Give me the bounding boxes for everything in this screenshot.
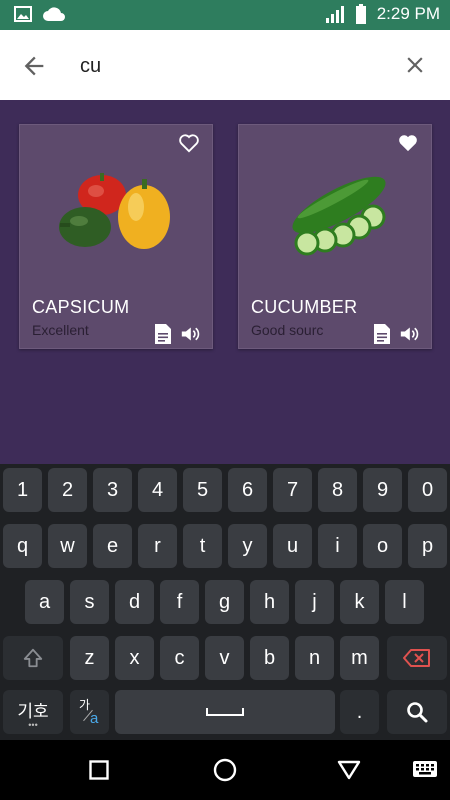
period-key[interactable]: . [340,690,379,734]
card-subtitle: Excellent [32,322,89,338]
signal-icon [325,6,344,23]
lang-label-english: a [90,710,99,727]
key-v[interactable]: v [205,636,244,680]
key-0[interactable]: 0 [408,468,447,512]
image-icon [14,6,32,22]
space-key[interactable] [115,690,335,734]
soft-keyboard: 1 2 3 4 5 6 7 8 9 0 q w e r t y u i o p … [0,464,450,740]
keyboard-row-qwerty: q w e r t y u i o p [0,524,450,570]
results-area: CAPSICUM Excellent CUCUMBER Good sourc [0,100,450,464]
volume-icon[interactable] [180,325,200,343]
keyboard-number-row: 1 2 3 4 5 6 7 8 9 0 [0,468,450,514]
key-h[interactable]: h [250,580,289,624]
back-triangle-icon[interactable] [337,760,361,780]
key-y[interactable]: y [228,524,267,568]
key-a[interactable]: a [25,580,64,624]
key-o[interactable]: o [363,524,402,568]
document-icon[interactable] [154,323,172,345]
key-z[interactable]: z [70,636,109,680]
status-time: 2:29 PM [376,4,440,23]
keyboard-row-zxcv: z x c v b n m [0,636,450,682]
key-l[interactable]: l [385,580,424,624]
symbols-key-label: 기호 [17,701,49,721]
key-j[interactable]: j [295,580,334,624]
key-8[interactable]: 8 [318,468,357,512]
key-b[interactable]: b [250,636,289,680]
key-7[interactable]: 7 [273,468,312,512]
result-card-capsicum[interactable]: CAPSICUM Excellent [19,124,213,349]
shift-key[interactable] [3,636,63,680]
recents-square-icon[interactable] [89,760,109,780]
backspace-icon [403,649,430,667]
key-f[interactable]: f [160,580,199,624]
search-icon [407,702,428,723]
home-circle-icon[interactable] [213,758,237,782]
backspace-key[interactable] [387,636,447,680]
key-c[interactable]: c [160,636,199,680]
card-subtitle: Good sourc [251,322,324,338]
key-t[interactable]: t [183,524,222,568]
key-4[interactable]: 4 [138,468,177,512]
battery-icon [355,4,366,24]
key-n[interactable]: n [295,636,334,680]
key-6[interactable]: 6 [228,468,267,512]
key-d[interactable]: d [115,580,154,624]
key-3[interactable]: 3 [93,468,132,512]
arrow-left-icon[interactable] [20,52,48,80]
search-input[interactable] [80,50,380,82]
key-m[interactable]: m [340,636,379,680]
key-x[interactable]: x [115,636,154,680]
keyboard-bottom-row: 기호 ••• 가 a . [0,690,450,736]
key-p[interactable]: p [408,524,447,568]
result-card-cucumber[interactable]: CUCUMBER Good sourc [238,124,432,349]
key-r[interactable]: r [138,524,177,568]
search-bar [0,30,450,100]
key-i[interactable]: i [318,524,357,568]
document-icon[interactable] [373,323,391,345]
cucumber-image [292,176,386,256]
heart-outline-icon[interactable] [178,133,200,153]
key-g[interactable]: g [205,580,244,624]
shift-icon [23,648,43,668]
lang-label-korean: 가 [79,698,91,712]
key-w[interactable]: w [48,524,87,568]
key-u[interactable]: u [273,524,312,568]
status-bar: 2:29 PM [0,0,450,30]
keyboard-row-asdf: a s d f g h j k l [0,580,450,626]
heart-filled-icon[interactable] [397,133,419,153]
system-nav-bar [0,740,450,800]
volume-icon[interactable] [399,325,419,343]
cloud-icon [43,7,65,22]
search-key[interactable] [387,690,447,734]
card-title: CUCUMBER [251,297,358,317]
symbols-key[interactable]: 기호 ••• [3,690,63,734]
space-bar-icon [206,708,244,716]
key-2[interactable]: 2 [48,468,87,512]
key-1[interactable]: 1 [3,468,42,512]
key-9[interactable]: 9 [363,468,402,512]
key-q[interactable]: q [3,524,42,568]
card-title: CAPSICUM [32,297,130,317]
key-5[interactable]: 5 [183,468,222,512]
key-e[interactable]: e [93,524,132,568]
close-icon[interactable] [402,52,428,78]
capsicum-image [59,173,170,249]
keyboard-toggle-icon[interactable] [412,760,438,780]
key-k[interactable]: k [340,580,379,624]
key-s[interactable]: s [70,580,109,624]
more-dots-icon: ••• [28,719,38,730]
language-switch-key[interactable]: 가 a [70,690,109,734]
